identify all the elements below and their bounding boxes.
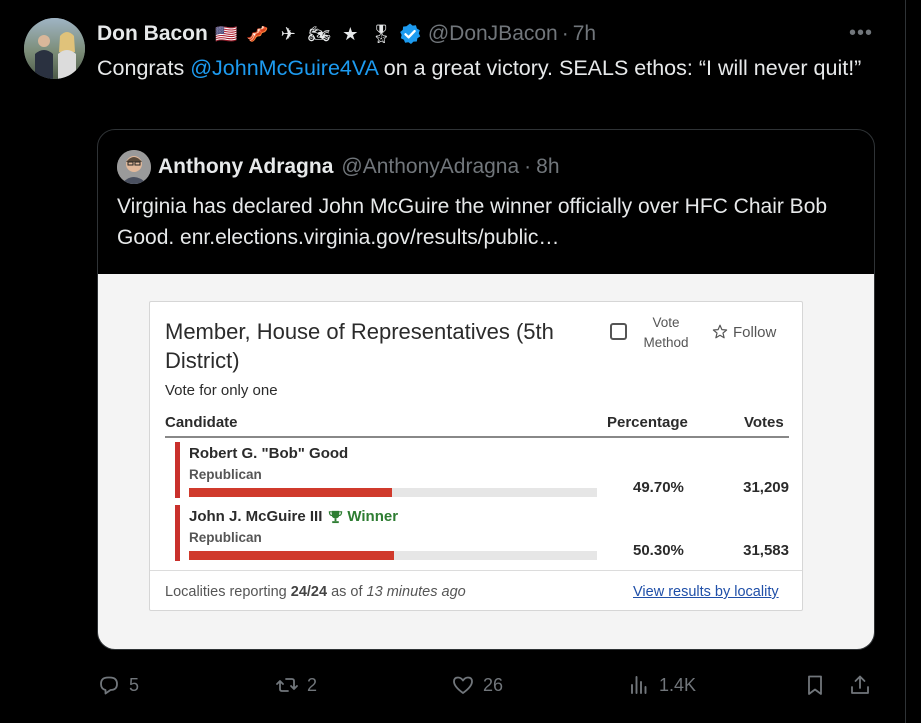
column-header-votes: Votes — [744, 414, 784, 431]
tweet-text-before: Congrats — [97, 56, 191, 80]
quote-avatar-person-icon — [117, 150, 151, 184]
reporting-mid: as of — [327, 584, 367, 600]
winner-badge: Winner — [328, 508, 398, 525]
vote-method-label: Vote Method — [643, 315, 689, 347]
footer-divider — [150, 570, 802, 571]
candidate-percentage: 49.70% — [633, 479, 684, 496]
quote-avatar[interactable] — [117, 150, 151, 184]
us-flag-icon: 🇺🇸 — [215, 24, 238, 44]
views-button[interactable]: 1.4K — [627, 670, 696, 700]
verified-badge-icon — [400, 23, 421, 44]
analytics-icon — [631, 676, 647, 694]
quote-separator-dot: · — [524, 155, 532, 178]
election-results-card: Member, House of Representatives (5th Di… — [149, 301, 803, 611]
share-button[interactable] — [848, 670, 872, 700]
reporting-time: 13 minutes ago — [366, 584, 466, 600]
vote-share-track — [189, 551, 597, 560]
handle[interactable]: @DonJBacon — [428, 22, 558, 46]
vote-share-bar — [189, 488, 392, 497]
vote-instructions: Vote for only one — [165, 382, 278, 399]
candidate-name-text: John J. McGuire III — [189, 508, 323, 525]
mention-link[interactable]: @JohnMcGuire4VA — [190, 56, 378, 80]
candidate-party: Republican — [189, 467, 262, 482]
more-options-icon[interactable]: ••• — [848, 22, 874, 44]
trophy-icon — [329, 510, 343, 524]
vote-share-bar — [189, 551, 395, 560]
header-divider — [165, 436, 789, 438]
vote-method-checkbox — [610, 323, 627, 340]
reply-count: 5 — [129, 674, 140, 695]
reporting-status: Localities reporting 24/24 as of 13 minu… — [165, 584, 466, 600]
follow-label: Follow — [733, 323, 777, 341]
quote-media-image[interactable]: Member, House of Representatives (5th Di… — [98, 274, 874, 649]
share-icon — [851, 675, 869, 694]
like-count: 26 — [483, 674, 504, 695]
tweet-header: Don Bacon 🇺🇸 🥓 ✈ 🏍 ★ 🎖 @DonJBacon · 7h — [97, 20, 596, 48]
view-count: 1.4K — [659, 674, 697, 695]
quote-text: Virginia has declared John McGuire the w… — [117, 195, 828, 249]
name-emojis: 🇺🇸 🥓 ✈ 🏍 ★ 🎖 — [214, 22, 394, 46]
bookmark-icon — [808, 675, 822, 695]
star-icon: ★ — [342, 24, 359, 44]
repost-icon — [276, 678, 298, 692]
candidate-party: Republican — [189, 530, 262, 545]
repost-button[interactable]: 2 — [275, 670, 317, 700]
candidate-name-text: Robert G. "Bob" Good — [189, 445, 349, 462]
tweet-text: Congrats @JohnMcGuire4VA on a great vict… — [97, 53, 877, 84]
reporting-count: 24/24 — [290, 584, 328, 600]
candidate-votes: 31,209 — [743, 479, 789, 496]
winner-label: Winner — [347, 508, 399, 525]
heart-icon — [453, 676, 473, 694]
separator-dot: · — [561, 22, 569, 45]
candidate-row: John J. McGuire III Winner Republican 50… — [165, 505, 789, 563]
quote-handle[interactable]: @AnthonyAdragna — [341, 155, 519, 179]
party-color-bar — [175, 505, 180, 561]
follow-button: Follow — [712, 321, 786, 343]
quote-timestamp[interactable]: 8h — [536, 155, 559, 179]
candidate-name: Robert G. "Bob" Good — [189, 445, 348, 462]
avatar-person-icon — [58, 32, 76, 79]
medal-icon: 🎖 — [369, 24, 393, 44]
action-bar: 5 2 26 1.4K — [97, 670, 877, 700]
quote-header: Anthony Adragna @AnthonyAdragna · 8h — [158, 152, 560, 182]
candidate-row: Robert G. "Bob" Good Republican 49.70% 3… — [165, 442, 789, 500]
candidate-name: John J. McGuire III Winner — [189, 508, 398, 525]
party-color-bar — [175, 442, 180, 498]
candidate-votes: 31,583 — [743, 542, 789, 559]
reply-button[interactable]: 5 — [97, 670, 139, 700]
vote-share-track — [189, 488, 597, 497]
star-outline-icon — [712, 324, 728, 339]
bacon-icon: 🥓 — [246, 24, 269, 44]
tweet[interactable]: Don Bacon 🇺🇸 🥓 ✈ 🏍 ★ 🎖 @DonJBacon · 7h ••• Co… — [0, 0, 906, 723]
motorcycle-icon: 🏍 — [307, 24, 331, 44]
repost-count: 2 — [307, 674, 318, 695]
candidate-percentage: 50.30% — [633, 542, 684, 559]
reporting-prefix: Localities reporting — [165, 584, 291, 600]
airplane-icon: ✈ — [280, 24, 296, 44]
avatar[interactable] — [24, 18, 85, 79]
avatar-person-icon — [35, 35, 53, 79]
quote-display-name[interactable]: Anthony Adragna — [158, 155, 333, 179]
quoted-tweet[interactable]: Anthony Adragna @AnthonyAdragna · 8h Vir… — [97, 129, 875, 650]
view-results-by-locality-link: View results by locality — [633, 584, 779, 600]
like-button[interactable]: 26 — [451, 670, 503, 700]
reply-icon — [100, 676, 118, 695]
timestamp[interactable]: 7h — [573, 22, 596, 46]
race-title: Member, House of Representatives (5th Di… — [165, 319, 554, 373]
column-header-percentage: Percentage — [607, 414, 688, 431]
column-header-candidate: Candidate — [165, 414, 238, 431]
display-name[interactable]: Don Bacon — [97, 22, 208, 46]
bookmark-button[interactable] — [803, 670, 827, 700]
tweet-text-after: on a great victory. SEALS ethos: “I will… — [377, 56, 862, 80]
